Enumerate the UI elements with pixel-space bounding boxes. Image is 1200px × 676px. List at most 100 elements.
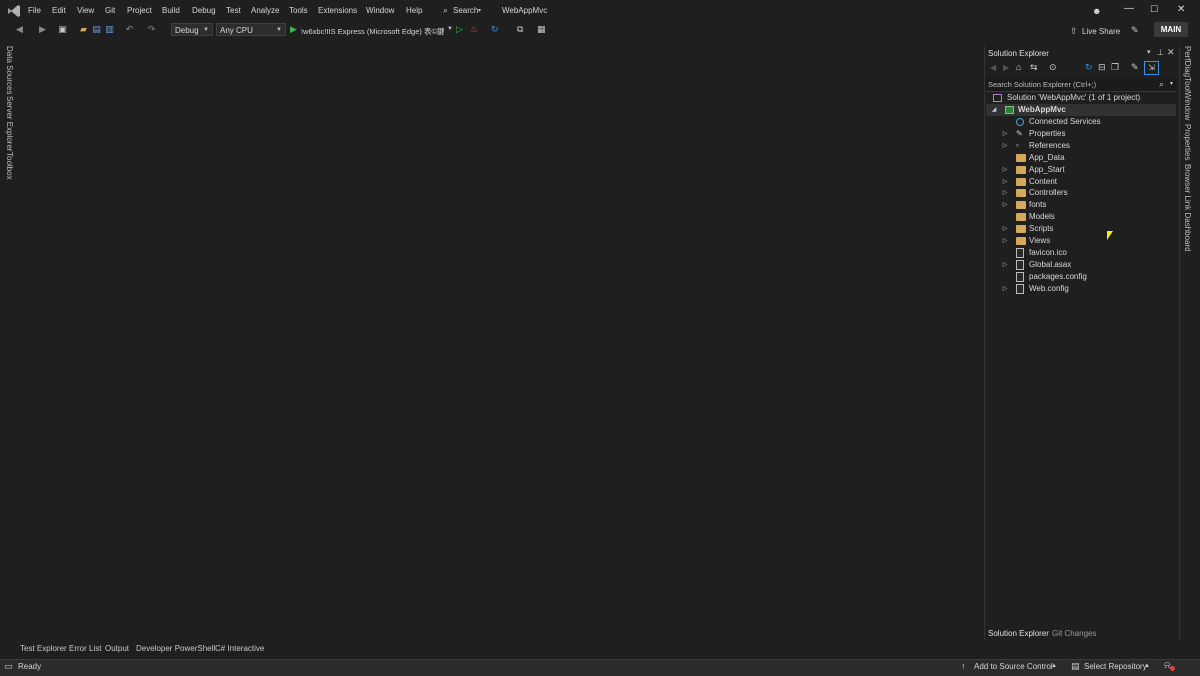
collapse-all-icon[interactable]: ⊟ [1098, 62, 1106, 73]
add-to-source-control-button[interactable]: Add to Source Control [974, 662, 1053, 671]
save-all-icon[interactable]: ▥ [104, 24, 115, 35]
search-dropdown-icon[interactable]: ▾ [478, 7, 481, 14]
menu-item-debug[interactable]: Debug [192, 6, 216, 15]
open-folder-icon[interactable]: ▰ [78, 24, 89, 35]
expand-chevron-icon[interactable]: ▷ [1001, 176, 1009, 188]
tree-item[interactable]: ▷ ▫ References [986, 140, 1176, 152]
tree-item[interactable]: ▷ Web.config [986, 283, 1176, 295]
hot-reload-icon[interactable]: ♨ [470, 24, 478, 35]
menu-item-view[interactable]: View [77, 6, 94, 15]
save-icon[interactable]: ▤ [91, 24, 102, 35]
project-node[interactable]: ◢ WebAppMvc [986, 104, 1176, 116]
menu-item-extensions[interactable]: Extensions [318, 6, 357, 15]
properties-wrench-icon[interactable]: ✎ [1131, 62, 1139, 73]
expand-chevron-icon[interactable]: ▷ [1001, 223, 1009, 235]
solution-platform-dropdown[interactable]: Any CPU ▼ [216, 23, 286, 36]
left-tab-server-explorer[interactable]: Server Explorer [5, 96, 14, 152]
tree-item[interactable]: ▷ Global.asax [986, 259, 1176, 271]
start-without-debugging-icon[interactable]: ▷ [456, 24, 463, 35]
expand-chevron-icon[interactable]: ▷ [1001, 235, 1009, 247]
select-repository-button[interactable]: Select Repository [1084, 662, 1147, 671]
search-icon[interactable]: ⌕ [1159, 79, 1164, 90]
panel-options-icon[interactable]: ▾ [1147, 48, 1151, 56]
close-button[interactable]: ✕ [1177, 4, 1185, 15]
menu-item-analyze[interactable]: Analyze [251, 6, 279, 15]
redo-icon[interactable]: ↷ [146, 24, 157, 35]
right-tab-browser-link-dashboard[interactable]: Browser Link Dashboard [1183, 164, 1192, 252]
preview-selected-icon[interactable]: ⇲ [1144, 61, 1159, 75]
close-panel-icon[interactable]: ✕ [1167, 47, 1175, 58]
tab-developer-powershell[interactable]: Developer PowerShell [136, 644, 215, 653]
tab-git-changes[interactable]: Git Changes [1052, 629, 1096, 638]
tree-item[interactable]: ▷ Scripts [986, 223, 1176, 235]
tree-item[interactable]: ▷ fonts [986, 199, 1176, 211]
tab-solution-explorer[interactable]: Solution Explorer [988, 629, 1049, 638]
show-all-files-icon[interactable]: ❐ [1111, 62, 1119, 73]
undo-icon[interactable]: ↶ [124, 24, 135, 35]
forward-icon[interactable]: ▶ [1003, 63, 1009, 72]
menu-item-build[interactable]: Build [162, 6, 180, 15]
right-tab-perfdiagtoolwindow[interactable]: PerfDiagToolWindow [1183, 46, 1192, 120]
solution-node[interactable]: Solution 'WebAppMvc' (1 of 1 project) [986, 92, 1176, 104]
search-options-icon[interactable]: ▾ [1170, 80, 1173, 87]
pending-changes-filter-icon[interactable]: ⊙ [1049, 62, 1057, 73]
tree-item[interactable]: ▷ App_Start [986, 164, 1176, 176]
tab-error-list[interactable]: Error List [69, 644, 101, 653]
tree-item[interactable]: ▷ Content [986, 176, 1176, 188]
expand-chevron-icon[interactable]: ▷ [1001, 187, 1009, 199]
back-icon[interactable]: ◀ [990, 63, 996, 72]
live-share-button[interactable]: Live Share [1082, 27, 1120, 36]
expand-chevron-icon[interactable]: ▷ [1001, 283, 1009, 295]
search-button[interactable]: Search [453, 6, 478, 15]
run-target-dropdown-icon[interactable]: ▼ [447, 26, 453, 32]
expand-chevron-icon[interactable]: ▷ [1001, 199, 1009, 211]
expand-chevron-icon[interactable]: ▷ [1001, 259, 1009, 271]
maximize-button[interactable]: ☐ [1150, 4, 1158, 15]
sync-icon[interactable]: ↻ [1085, 62, 1093, 73]
expand-chevron-icon[interactable]: ▷ [1001, 128, 1009, 140]
solution-configuration-dropdown[interactable]: Debug ▼ [171, 23, 213, 36]
back-icon[interactable]: ◀ [14, 24, 25, 35]
start-debug-icon[interactable]: ▶ [290, 24, 297, 35]
account-icon[interactable]: ☻ [1092, 6, 1101, 16]
solution-explorer-search-input[interactable]: Search Solution Explorer (Ctrl+;) [988, 80, 1096, 89]
layout-icon[interactable]: ▦ [537, 24, 546, 35]
tree-item[interactable]: ▷ Views [986, 235, 1176, 247]
tree-item[interactable]: ▷ ✎ Properties [986, 128, 1176, 140]
expand-chevron-icon[interactable]: ▷ [1001, 164, 1009, 176]
tree-item[interactable]: Models [986, 211, 1176, 223]
home-icon[interactable]: ⌂ [1016, 62, 1021, 72]
menu-item-file[interactable]: File [28, 6, 41, 15]
tree-item[interactable]: packages.config [986, 271, 1176, 283]
tree-item[interactable]: App_Data [986, 152, 1176, 164]
main-badge[interactable]: MAIN [1154, 22, 1188, 37]
tree-item[interactable]: Connected Services [986, 116, 1176, 128]
tree-item[interactable]: favicon.ico [986, 247, 1176, 259]
menu-item-project[interactable]: Project [127, 6, 152, 15]
switch-views-icon[interactable]: ⇆ [1030, 62, 1038, 73]
pin-icon[interactable]: ⊥ [1157, 48, 1164, 57]
forward-icon[interactable]: ▶ [37, 24, 48, 35]
expand-chevron-icon[interactable]: ▷ [1001, 140, 1009, 152]
menu-item-window[interactable]: Window [366, 6, 394, 15]
tab-output[interactable]: Output [105, 644, 129, 653]
visual-studio-logo-icon[interactable] [7, 4, 21, 18]
browser-link-icon[interactable]: ⧉ [517, 24, 523, 35]
expanded-chevron-icon[interactable]: ◢ [990, 104, 998, 116]
tab-test-explorer[interactable]: Test Explorer [20, 644, 67, 653]
refresh-icon[interactable]: ↻ [491, 24, 499, 35]
minimize-button[interactable]: — [1124, 3, 1134, 14]
menu-item-edit[interactable]: Edit [52, 6, 66, 15]
live-share-icon[interactable]: ⇧ [1070, 26, 1078, 37]
menu-item-test[interactable]: Test [226, 6, 241, 15]
menu-item-git[interactable]: Git [105, 6, 115, 15]
tab-c-interactive[interactable]: C# Interactive [215, 644, 264, 653]
right-tab-properties[interactable]: Properties [1183, 124, 1192, 160]
new-project-icon[interactable]: ▣ [57, 24, 68, 35]
tree-item[interactable]: ▷ Controllers [986, 187, 1176, 199]
search-icon[interactable]: ⌕ [443, 5, 448, 16]
left-tab-data-sources[interactable]: Data Sources [5, 46, 14, 94]
menu-item-help[interactable]: Help [406, 6, 422, 15]
menu-item-tools[interactable]: Tools [289, 6, 308, 15]
left-tab-toolbox[interactable]: Toolbox [5, 152, 14, 180]
